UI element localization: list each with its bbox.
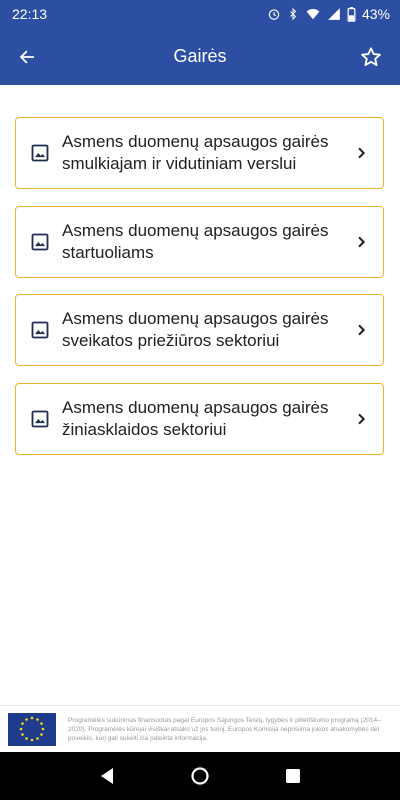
image-icon	[31, 144, 49, 162]
list-item-label: Asmens duomenų apsaugos gairės žiniaskla…	[62, 397, 329, 439]
nav-home-button[interactable]	[180, 756, 220, 796]
chevron-right-icon	[358, 324, 366, 336]
funding-footer: Programėlės sukūrimas finansuotas pagal …	[0, 705, 400, 752]
signal-icon	[328, 8, 340, 20]
chevron-right-icon	[358, 413, 366, 424]
wifi-icon	[306, 9, 320, 20]
battery-icon	[347, 6, 356, 22]
image-icon	[31, 410, 49, 427]
list-item-label: Asmens duomenų apsaugos gairės startuoli…	[62, 220, 329, 262]
chevron-right-icon	[358, 147, 366, 159]
eu-flag-logo	[8, 712, 56, 746]
star-outline-icon	[361, 47, 381, 66]
list-item-label: Asmens duomenų apsaugos gairės sveikatos…	[62, 309, 329, 350]
eu-stars-icon	[19, 716, 45, 742]
status-icons: 43%	[267, 6, 390, 22]
funding-disclaimer: Programėlės sukūrimas finansuotas pagal …	[68, 716, 381, 742]
favorite-button[interactable]	[354, 40, 388, 74]
list-item[interactable]: Asmens duomenų apsaugos gairės sveikatos…	[15, 294, 384, 366]
bluetooth-icon	[290, 7, 297, 21]
list-item[interactable]: Asmens duomenų apsaugos gairės smulkiaja…	[15, 117, 384, 189]
status-bar: 22:13 43%	[0, 0, 400, 28]
list-item[interactable]: Asmens duomenų apsaugos gairės startuoli…	[15, 205, 384, 278]
nav-recents-button[interactable]	[273, 756, 313, 796]
list-item[interactable]: Asmens duomenų apsaugos gairės žiniaskla…	[15, 382, 384, 455]
arrow-back-icon	[19, 50, 34, 64]
alarm-icon	[268, 9, 280, 20]
nav-back-button[interactable]	[87, 756, 127, 796]
app-bar: Gairės	[0, 28, 400, 85]
battery-percent: 43%	[361, 6, 390, 22]
status-time: 22:13	[12, 6, 48, 22]
circle-home-icon	[191, 767, 209, 785]
triangle-back-icon	[100, 768, 113, 784]
list-item-label: Asmens duomenų apsaugos gairės smulkiaja…	[62, 132, 329, 173]
image-icon	[31, 233, 49, 250]
system-navigation-bar	[0, 752, 400, 800]
guidelines-list: Asmens duomenų apsaugos gairės smulkiaja…	[15, 117, 385, 471]
square-recents-icon	[286, 769, 301, 783]
back-button[interactable]	[10, 40, 44, 74]
image-icon	[31, 321, 49, 339]
chevron-right-icon	[358, 236, 366, 247]
page-title: Gairės	[173, 46, 227, 66]
